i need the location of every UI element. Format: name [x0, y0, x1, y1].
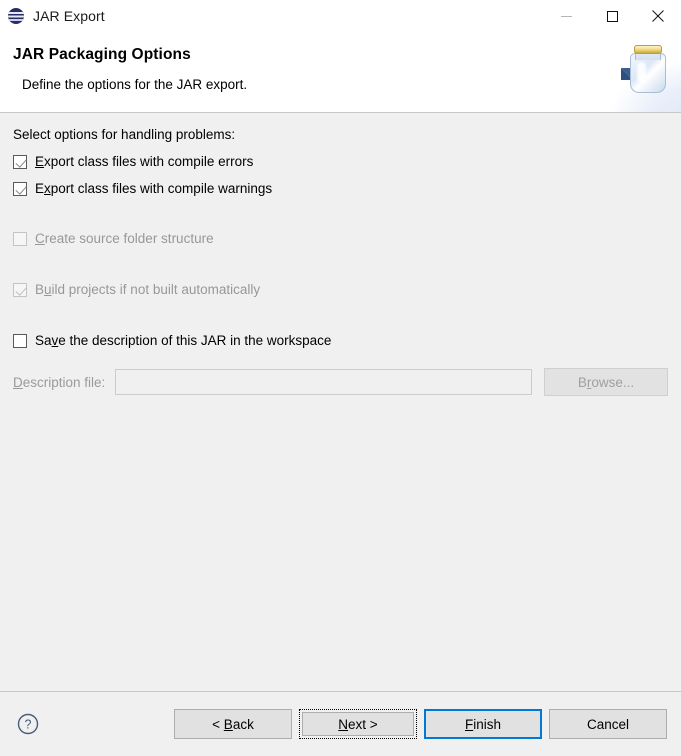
cancel-button[interactable]: Cancel: [549, 709, 667, 739]
close-icon[interactable]: [635, 0, 681, 32]
checkbox-label-build-projects-if-not-built: Build projects if not built automaticall…: [35, 281, 260, 299]
svg-text:?: ?: [25, 718, 32, 732]
minimize-icon[interactable]: [543, 0, 589, 32]
page-description: Define the options for the JAR export.: [22, 77, 681, 92]
jar-export-banner-icon: [595, 32, 681, 112]
checkbox-row-create-source-folder-structure: Create source folder structure: [13, 230, 668, 251]
checkbox-label-create-source-folder-structure: Create source folder structure: [35, 230, 214, 248]
checkbox-row-export-compile-warnings[interactable]: Export class files with compile warnings: [13, 180, 668, 201]
maximize-icon[interactable]: [589, 0, 635, 32]
options-panel: Select options for handling problems: Ex…: [0, 113, 681, 691]
window-title: JAR Export: [33, 8, 105, 24]
description-file-row: Description file: Browse...: [13, 369, 668, 395]
help-question-icon[interactable]: ?: [17, 713, 39, 735]
checkbox-label-export-compile-warnings: Export class files with compile warnings: [35, 180, 272, 198]
back-button[interactable]: < Back: [174, 709, 292, 739]
options-intro-label: Select options for handling problems:: [13, 127, 668, 142]
jar-export-dialog: JAR Export JAR Packaging Options Define …: [0, 0, 681, 756]
dialog-button-bar: ? < Back Next > Finish Cancel: [0, 691, 681, 756]
eclipse-globe-icon: [7, 7, 25, 25]
checkbox-row-export-compile-errors[interactable]: Export class files with compile errors: [13, 153, 668, 174]
checkbox-label-save-description: Save the description of this JAR in the …: [35, 332, 331, 350]
checkbox-build-projects-if-not-built: [13, 283, 27, 297]
dialog-header: JAR Packaging Options Define the options…: [0, 32, 681, 113]
checkbox-row-build-projects-if-not-built: Build projects if not built automaticall…: [13, 281, 668, 302]
checkbox-export-compile-errors[interactable]: [13, 155, 27, 169]
finish-button[interactable]: Finish: [424, 709, 542, 739]
checkbox-label-export-compile-errors: Export class files with compile errors: [35, 153, 253, 171]
browse-button[interactable]: Browse...: [544, 368, 668, 396]
description-file-label: Description file:: [13, 375, 105, 390]
jar-icon: [629, 45, 667, 95]
checkbox-export-compile-warnings[interactable]: [13, 182, 27, 196]
checkbox-create-source-folder-structure: [13, 232, 27, 246]
checkbox-row-save-description[interactable]: Save the description of this JAR in the …: [13, 332, 668, 353]
checkbox-save-description[interactable]: [13, 334, 27, 348]
navigation-buttons: < Back Next > Finish Cancel: [174, 709, 667, 739]
description-file-input[interactable]: [115, 369, 532, 395]
next-button[interactable]: Next >: [299, 709, 417, 739]
title-bar: JAR Export: [0, 0, 681, 32]
window-controls: [543, 0, 681, 32]
